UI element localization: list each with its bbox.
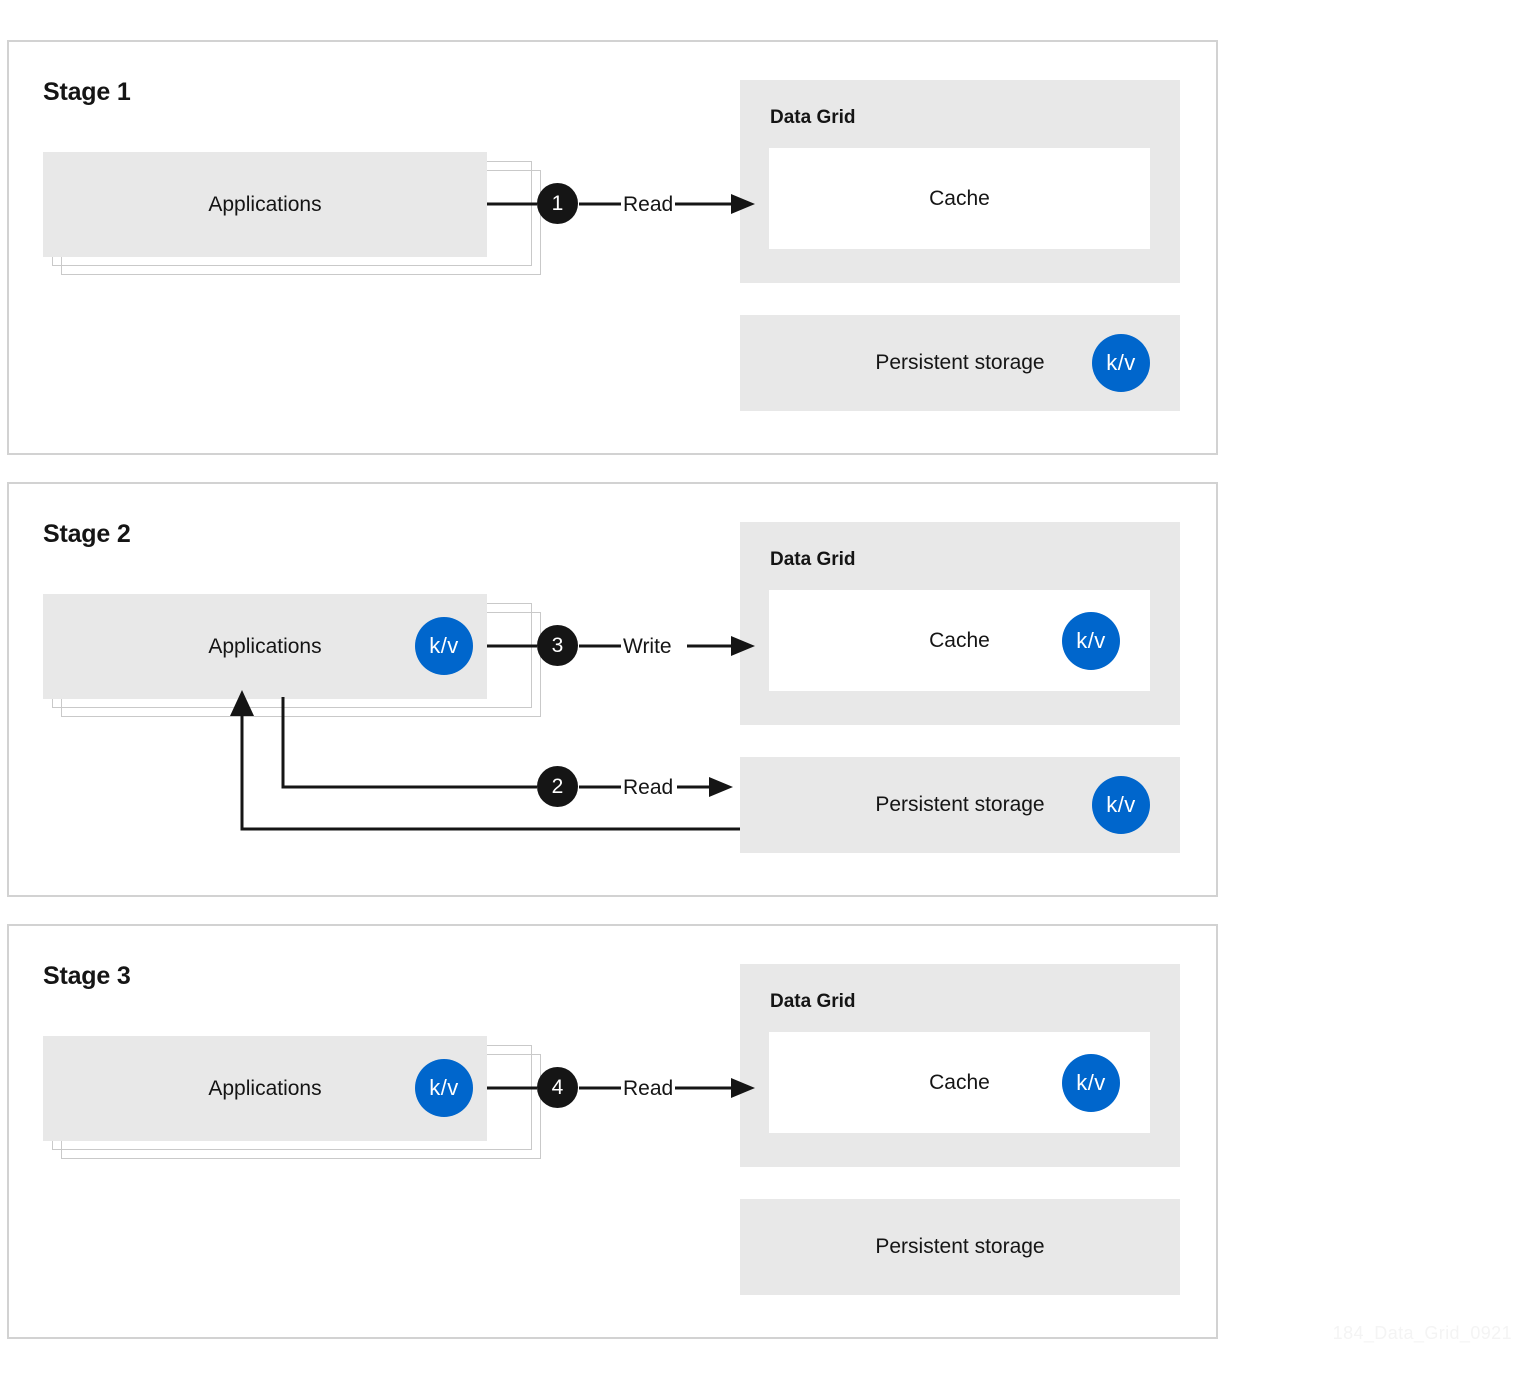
kv-icon: k/v	[1092, 334, 1150, 392]
stage-2-applications-label: Applications	[43, 594, 557, 699]
stage-2-applications-box: Applications k/v	[43, 594, 487, 699]
stage-3-step-badge-4: 4	[537, 1067, 578, 1108]
stage-3-persistent-storage-box: Persistent storage k/v	[740, 1199, 1180, 1295]
stage-1-applications-stack: Applications	[43, 152, 523, 304]
stage-3-persistent-storage-label: Persistent storage	[740, 1199, 1180, 1295]
diagram-canvas: Stage 1 Applications Data Grid Cache Per…	[0, 0, 1520, 1374]
stage-2-data-grid-title: Data Grid	[770, 549, 856, 571]
stage-1-cache-label: Cache	[769, 148, 1150, 249]
stage-1-cache-box: Cache	[769, 148, 1150, 249]
kv-icon: k/v	[1062, 1054, 1120, 1112]
stage-3-applications-stack: Applications k/v	[43, 1036, 523, 1188]
stage-2-title: Stage 2	[43, 520, 131, 549]
stage-1-applications-label: Applications	[43, 152, 487, 257]
kv-icon: k/v	[1092, 776, 1150, 834]
stage-2-connection-label-write: Write	[623, 635, 672, 659]
stage-3-title: Stage 3	[43, 962, 131, 991]
kv-icon: k/v	[1062, 612, 1120, 670]
stage-1-step-badge-1: 1	[537, 183, 578, 224]
stage-3-cache-label: Cache	[769, 1032, 1226, 1133]
stage-2-step-badge-3: 3	[537, 625, 578, 666]
stage-3-cache-box: Cache k/v	[769, 1032, 1150, 1133]
stage-2-panel: Stage 2 Applications k/v Data Grid Cache…	[7, 482, 1218, 897]
stage-1-persistent-storage-box: Persistent storage k/v	[740, 315, 1180, 411]
kv-icon: k/v	[415, 617, 473, 675]
stage-1-panel: Stage 1 Applications Data Grid Cache Per…	[7, 40, 1218, 455]
stage-2-step-badge-2: 2	[537, 766, 578, 807]
stage-3-applications-box: Applications k/v	[43, 1036, 487, 1141]
stage-3-data-grid-title: Data Grid	[770, 991, 856, 1013]
kv-icon: k/v	[415, 1059, 473, 1117]
stage-1-title: Stage 1	[43, 78, 131, 107]
stage-2-persistent-storage-label: Persistent storage	[740, 757, 1256, 853]
stage-2-data-grid-box: Data Grid Cache k/v	[740, 522, 1180, 725]
stage-2-connection-label-read: Read	[623, 776, 673, 800]
stage-2-applications-stack: Applications k/v	[43, 594, 523, 746]
stage-1-persistent-storage-label: Persistent storage	[740, 315, 1256, 411]
stage-3-applications-label: Applications	[43, 1036, 557, 1141]
stage-2-cache-label: Cache	[769, 590, 1226, 691]
stage-1-applications-box: Applications	[43, 152, 487, 257]
stage-2-persistent-storage-box: Persistent storage k/v	[740, 757, 1180, 853]
stage-2-cache-box: Cache k/v	[769, 590, 1150, 691]
stage-3-panel: Stage 3 Applications k/v Data Grid Cache…	[7, 924, 1218, 1339]
watermark-label: 184_Data_Grid_0921	[1333, 1323, 1512, 1344]
stage-1-connection-label-read: Read	[623, 193, 673, 217]
stage-3-connection-label-read: Read	[623, 1077, 673, 1101]
stage-1-data-grid-box: Data Grid Cache	[740, 80, 1180, 283]
stage-3-data-grid-box: Data Grid Cache k/v	[740, 964, 1180, 1167]
stage-1-data-grid-title: Data Grid	[770, 107, 856, 129]
